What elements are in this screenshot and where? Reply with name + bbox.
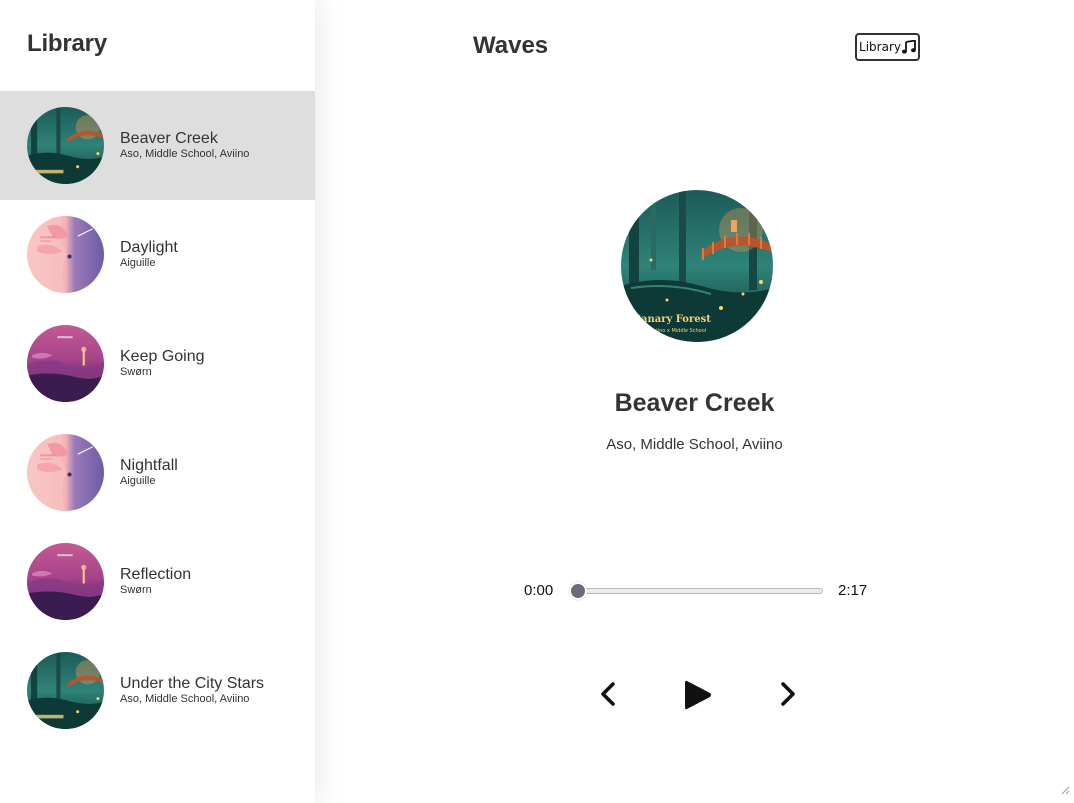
song-name: Reflection	[120, 566, 192, 583]
song-list-item[interactable]: Keep Going Swørn	[0, 309, 315, 418]
resize-grip-icon[interactable]	[1060, 782, 1070, 800]
song-text: Beaver Creek Aso, Middle School, Aviino	[120, 130, 249, 161]
song-text: Nightfall Aiguille	[120, 457, 178, 488]
play-button[interactable]	[683, 678, 713, 712]
seek-slider[interactable]	[569, 582, 823, 600]
seek-track[interactable]	[578, 588, 823, 594]
player-main: Waves Library Canary Forest Aso x Aviino…	[315, 0, 1074, 803]
song-name: Nightfall	[120, 457, 178, 474]
song-cover-thumbnail	[27, 434, 104, 511]
next-button[interactable]	[778, 678, 798, 710]
app-title: Waves	[473, 32, 549, 59]
song-list-item[interactable]: Daylight Aiguille	[0, 200, 315, 309]
sidebar-title: Library	[27, 30, 107, 57]
track-artist: Aso, Middle School, Aviino	[606, 436, 783, 453]
song-cover-thumbnail	[27, 325, 104, 402]
svg-text:Canary Forest: Canary Forest	[633, 314, 711, 325]
song-artist: Swørn	[120, 366, 152, 378]
previous-button[interactable]	[598, 678, 618, 710]
song-list-item[interactable]: Reflection Swørn	[0, 527, 315, 636]
album-cover: Canary Forest Aso x Aviino x Middle Scho…	[621, 190, 773, 342]
library-sidebar: Library Beaver Creek Aso, Middle School, …	[0, 0, 315, 803]
song-list-item[interactable]: Beaver Creek Aso, Middle School, Aviino	[0, 91, 315, 200]
song-text: Keep Going Swørn	[120, 348, 205, 379]
song-name: Keep Going	[120, 348, 205, 365]
svg-text:Aso x Aviino x Middle School: Aso x Aviino x Middle School	[635, 328, 706, 334]
chevron-right-icon	[781, 682, 795, 706]
song-artist: Aso, Middle School, Aviino	[120, 148, 250, 160]
song-name: Beaver Creek	[120, 130, 218, 147]
song-artist: Aso, Middle School, Aviino	[120, 693, 250, 705]
song-text: Under the City Stars Aso, Middle School, …	[120, 675, 264, 706]
play-icon	[685, 680, 711, 710]
song-name: Daylight	[120, 239, 178, 256]
library-toggle-button[interactable]: Library	[855, 33, 920, 61]
song-text: Reflection Swørn	[120, 566, 191, 597]
song-artist: Aiguille	[120, 475, 156, 487]
chevron-left-icon	[601, 682, 615, 706]
song-list-item[interactable]: Under the City Stars Aso, Middle School, …	[0, 636, 315, 745]
track-title: Beaver Creek	[614, 389, 775, 417]
song-cover-thumbnail	[27, 216, 104, 293]
song-list: Beaver Creek Aso, Middle School, Aviino Da…	[0, 91, 315, 745]
song-cover-thumbnail	[27, 543, 104, 620]
song-cover-thumbnail	[27, 652, 104, 729]
song-list-item[interactable]: Nightfall Aiguille	[0, 418, 315, 527]
song-name: Under the City Stars	[120, 675, 265, 692]
song-text: Daylight Aiguille	[120, 239, 178, 270]
current-time: 0:00	[524, 582, 554, 599]
seek-thumb[interactable]	[569, 582, 587, 600]
library-button-label: Library	[859, 40, 901, 54]
music-note-icon	[901, 40, 916, 54]
song-cover-thumbnail	[27, 107, 104, 184]
song-artist: Aiguille	[120, 257, 156, 269]
track-duration: 2:17	[838, 582, 868, 599]
song-artist: Swørn	[120, 584, 152, 596]
